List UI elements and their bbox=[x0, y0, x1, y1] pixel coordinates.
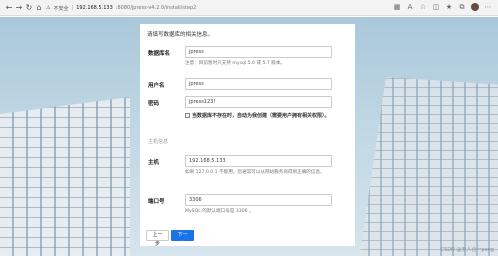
form-intro: 请填写数据库的相关信息。 bbox=[147, 32, 214, 38]
reload-icon[interactable]: ↻ bbox=[24, 3, 34, 13]
building-image-left bbox=[0, 97, 130, 256]
toolbar-icons: ▦ A ☆ ◫ ★ ⧉ ⋯ bbox=[393, 3, 492, 11]
auto-create-label: 当数据库不存在时，自动为我创建（需要用户拥有相关权限）。 bbox=[192, 113, 330, 119]
watermark: CSDN @天人合一peng bbox=[440, 247, 494, 253]
url-host: 192.168.5.133 bbox=[76, 5, 113, 11]
forward-arrow-icon[interactable]: → bbox=[14, 3, 24, 13]
auto-create-checkbox-row[interactable]: 当数据库不存在时，自动为我创建（需要用户拥有相关权限）。 bbox=[185, 112, 330, 119]
collections-icon[interactable]: ⧉ bbox=[458, 3, 466, 11]
port-label: 端口号 bbox=[148, 199, 165, 205]
read-aloud-icon[interactable]: A bbox=[406, 3, 414, 11]
db-name-input[interactable]: jpress bbox=[185, 46, 332, 58]
password-input[interactable]: jpress123! bbox=[185, 96, 332, 108]
next-step-button[interactable]: 下一步 bbox=[171, 230, 194, 247]
address-bar[interactable]: ⚠ 不安全 | 192.168.5.133:8080/jpress-v4.2.0… bbox=[46, 2, 316, 14]
address-separator: | bbox=[71, 5, 74, 11]
extensions-icon[interactable]: ▦ bbox=[393, 3, 401, 11]
db-name-hint: 注意：目前暂时只支持 mysql 5.6 或 5.7 版本。 bbox=[185, 61, 286, 66]
install-form-card: 请填写数据库的相关信息。 数据库名 jpress 注意：目前暂时只支持 mysq… bbox=[140, 24, 355, 247]
back-arrow-icon[interactable]: ← bbox=[4, 3, 14, 13]
password-label: 密码 bbox=[148, 101, 160, 107]
host-label: 主机 bbox=[148, 160, 160, 166]
port-hint: MySQL 的默认端口号是 3306 。 bbox=[185, 209, 254, 214]
split-screen-icon[interactable]: ◫ bbox=[432, 3, 440, 11]
host-section-title: 主机信息 bbox=[148, 139, 169, 145]
home-icon[interactable]: ⌂ bbox=[34, 3, 44, 13]
url-path: :8080/jpress-v4.2.0/install/step2 bbox=[115, 5, 197, 11]
more-menu-icon[interactable]: ⋯ bbox=[484, 3, 492, 11]
building-image-right bbox=[358, 77, 498, 256]
warning-icon: ⚠ bbox=[46, 5, 51, 11]
db-name-label: 数据库名 bbox=[148, 51, 171, 57]
host-hint: 如果 127.0.0.1 不能用，您通常可以从网站服务商得到正确的信息。 bbox=[185, 170, 325, 175]
browser-toolbar: ← → ↻ ⌂ ⚠ 不安全 | 192.168.5.133:8080/jpres… bbox=[0, 0, 498, 16]
favorites-icon[interactable]: ★ bbox=[445, 3, 453, 11]
port-input[interactable]: 3306 bbox=[185, 194, 332, 206]
favorite-star-icon[interactable]: ☆ bbox=[419, 3, 427, 11]
username-label: 用户名 bbox=[148, 83, 165, 89]
host-input[interactable]: 192.168.5.133 bbox=[185, 155, 332, 167]
profile-avatar[interactable] bbox=[471, 3, 479, 11]
prev-step-button[interactable]: 上一步 bbox=[146, 230, 169, 247]
auto-create-checkbox[interactable] bbox=[185, 113, 190, 118]
security-label: 不安全 bbox=[53, 5, 69, 12]
username-input[interactable]: jpress bbox=[185, 78, 332, 90]
